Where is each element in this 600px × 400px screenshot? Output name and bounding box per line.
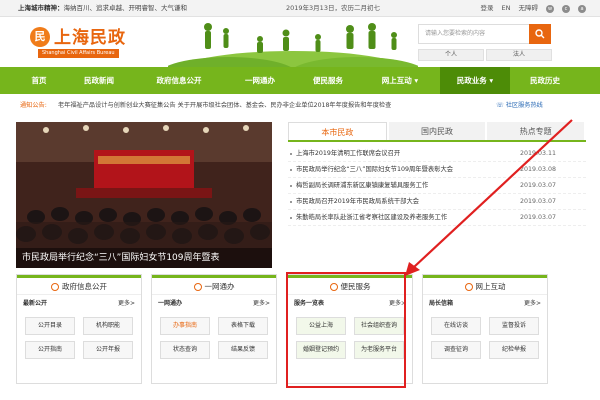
- page: 上海城市精神：海纳百川、追求卓越、开明睿智、大气谦和 2019年3月13日，农历…: [0, 0, 600, 400]
- annotation-arrow-icon: [405, 119, 573, 276]
